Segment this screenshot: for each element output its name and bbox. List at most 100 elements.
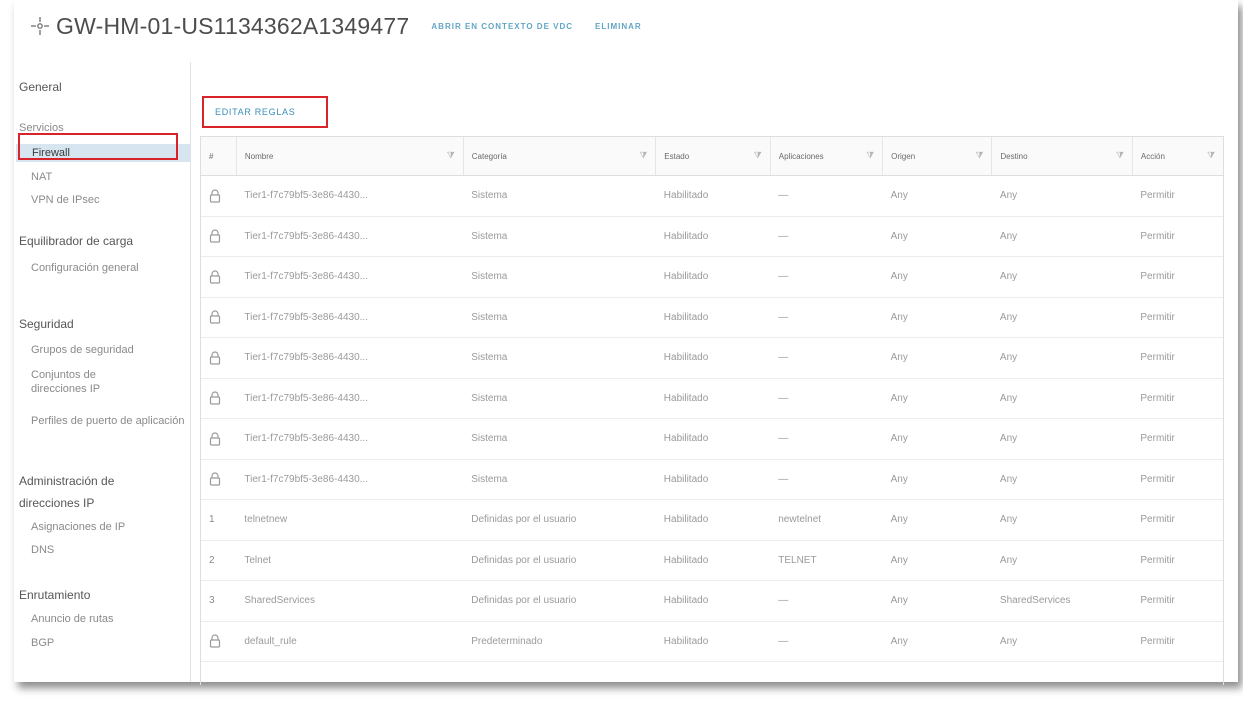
column-header-name[interactable]: Nombre ⧩ — [236, 137, 464, 176]
filter-icon[interactable]: ⧩ — [1116, 150, 1124, 161]
column-header-applications[interactable]: Aplicaciones ⧩ — [770, 137, 884, 176]
cell-category: Definidas por el usuario — [463, 540, 656, 581]
cell-destination: Any — [991, 499, 1133, 541]
sidebar-item-route-advertisement[interactable]: Anuncio de rutas — [31, 612, 191, 626]
sidebar-item-nat[interactable]: NAT — [31, 170, 191, 184]
cell-name: Tier1-f7c79bf5-3e86-4430... — [236, 378, 464, 419]
cell-state: Habilitado — [655, 256, 771, 298]
cell-source: Any — [882, 499, 992, 541]
lock-icon — [209, 634, 221, 648]
cell-name: SharedServices — [236, 580, 464, 622]
cell-source: Any — [882, 216, 992, 257]
page-title: GW-HM-01-US1134362A1349477 — [56, 12, 410, 39]
filter-icon[interactable]: ⧩ — [639, 150, 647, 161]
table-row[interactable]: Tier1-f7c79bf5-3e86-4430... Sistema Habili… — [201, 378, 1223, 419]
cell-applications: — — [770, 175, 883, 217]
sidebar-item-dns[interactable]: DNS — [31, 543, 191, 557]
cell-source: Any — [882, 459, 992, 500]
sidebar-item-app-port-profiles[interactable]: Perfiles de puerto de aplicación — [31, 414, 191, 428]
cell-destination: Any — [991, 297, 1133, 338]
cell-name: Tier1-f7c79bf5-3e86-4430... — [236, 256, 464, 298]
cell-state: Habilitado — [655, 297, 771, 338]
table-row[interactable]: 1 telnetnew Definidas por el usuario Habili… — [201, 499, 1223, 541]
table-row[interactable]: 2 Telnet Definidas por el usuario Habilitad… — [201, 540, 1223, 581]
cell-state: Habilitado — [655, 580, 771, 622]
sidebar-item-ip-allocations[interactable]: Asignaciones de IP — [31, 520, 191, 534]
sidebar-item-ipsec[interactable]: VPN de IPsec — [31, 193, 191, 207]
cell-index — [201, 337, 237, 379]
open-in-vdc-link[interactable]: ABRIR EN CONTEXTO DE VDC — [431, 22, 573, 31]
cell-applications: — — [770, 378, 883, 419]
cell-category: Predeterminado — [463, 621, 656, 662]
cell-index — [201, 378, 237, 419]
grid-header-row: # Nombre ⧩ Categoría ⧩ Estado ⧩ Aplicacione… — [201, 137, 1223, 176]
cell-category: Sistema — [463, 378, 656, 419]
cell-action: Permitir — [1132, 378, 1223, 419]
filter-icon[interactable]: ⧩ — [866, 150, 874, 161]
sidebar-item-bgp[interactable]: BGP — [31, 636, 191, 650]
edit-rules-button[interactable]: EDITAR REGLAS — [209, 100, 301, 124]
cell-category: Sistema — [463, 337, 656, 379]
table-row[interactable]: Tier1-f7c79bf5-3e86-4430... Sistema Habili… — [201, 175, 1223, 217]
table-row[interactable]: Tier1-f7c79bf5-3e86-4430... Sistema Habili… — [201, 256, 1223, 298]
firewall-highlight-box — [18, 133, 178, 160]
column-header-action[interactable]: Acción ⧩ — [1132, 137, 1223, 176]
filter-icon[interactable]: ⧩ — [447, 150, 455, 161]
table-row[interactable]: Tier1-f7c79bf5-3e86-4430... Sistema Habili… — [201, 459, 1223, 500]
cell-category: Definidas por el usuario — [463, 499, 656, 541]
cell-name: Tier1-f7c79bf5-3e86-4430... — [236, 175, 464, 217]
table-row[interactable]: Tier1-f7c79bf5-3e86-4430... Sistema Habili… — [201, 216, 1223, 257]
cell-destination: Any — [991, 175, 1133, 217]
cell-state: Habilitado — [655, 459, 771, 500]
sidebar-item-lb-config[interactable]: Configuración general — [31, 261, 141, 275]
table-row[interactable]: Tier1-f7c79bf5-3e86-4430... Sistema Habili… — [201, 297, 1223, 338]
table-row[interactable]: 3 SharedServices Definidas por el usuario H… — [201, 580, 1223, 622]
column-header-source[interactable]: Origen ⧩ — [882, 137, 993, 176]
cell-category: Sistema — [463, 297, 656, 338]
cell-source: Any — [882, 540, 992, 581]
column-header-destination[interactable]: Destino ⧩ — [991, 137, 1133, 176]
cell-name: Tier1-f7c79bf5-3e86-4430... — [236, 418, 464, 460]
cell-category: Sistema — [463, 175, 656, 217]
cell-name: Tier1-f7c79bf5-3e86-4430... — [236, 337, 464, 379]
sidebar-item-security-groups[interactable]: Grupos de seguridad — [31, 343, 191, 357]
cell-applications: — — [770, 216, 883, 257]
cell-destination: Any — [991, 216, 1133, 257]
sidebar-item-ip-sets[interactable]: Conjuntos de direcciones IP — [31, 368, 141, 396]
lock-icon — [209, 270, 221, 284]
cell-source: Any — [882, 256, 992, 298]
cell-name: Telnet — [236, 540, 464, 581]
filter-icon[interactable]: ⧩ — [975, 150, 983, 161]
table-row[interactable]: Tier1-f7c79bf5-3e86-4430... Sistema Habili… — [201, 337, 1223, 379]
delete-link[interactable]: ELIMINAR — [595, 22, 642, 31]
table-row[interactable]: Tier1-f7c79bf5-3e86-4430... Sistema Habili… — [201, 418, 1223, 460]
cell-state: Habilitado — [655, 337, 771, 379]
cell-category: Sistema — [463, 256, 656, 298]
cell-destination: Any — [991, 378, 1133, 419]
cell-name: Tier1-f7c79bf5-3e86-4430... — [236, 459, 464, 500]
table-row[interactable]: default_rule Predeterminado Habilitado — Any… — [201, 621, 1223, 662]
cell-category: Sistema — [463, 459, 656, 500]
lock-icon — [209, 472, 221, 486]
page: GW-HM-01-US1134362A1349477 ABRIR EN CONT… — [14, 0, 1238, 685]
filter-icon[interactable]: ⧩ — [1207, 150, 1215, 161]
cell-applications: TELNET — [770, 540, 883, 581]
cell-source: Any — [882, 175, 992, 217]
cell-index — [201, 418, 237, 460]
column-header-state[interactable]: Estado ⧩ — [655, 137, 771, 176]
cell-category: Sistema — [463, 418, 656, 460]
cell-applications: — — [770, 418, 883, 460]
cell-category: Sistema — [463, 216, 656, 257]
cell-action: Permitir — [1132, 297, 1223, 338]
lock-icon — [209, 351, 221, 365]
sidebar-group-general[interactable]: General — [19, 80, 62, 94]
cell-action: Permitir — [1132, 540, 1223, 581]
cell-index — [201, 175, 237, 217]
filter-icon[interactable]: ⧩ — [754, 150, 762, 161]
cell-action: Permitir — [1132, 459, 1223, 500]
column-header-index[interactable]: # — [201, 137, 237, 176]
column-header-category[interactable]: Categoría ⧩ — [463, 137, 657, 176]
cell-source: Any — [882, 418, 992, 460]
cell-action: Permitir — [1132, 499, 1223, 541]
cell-index — [201, 459, 237, 500]
